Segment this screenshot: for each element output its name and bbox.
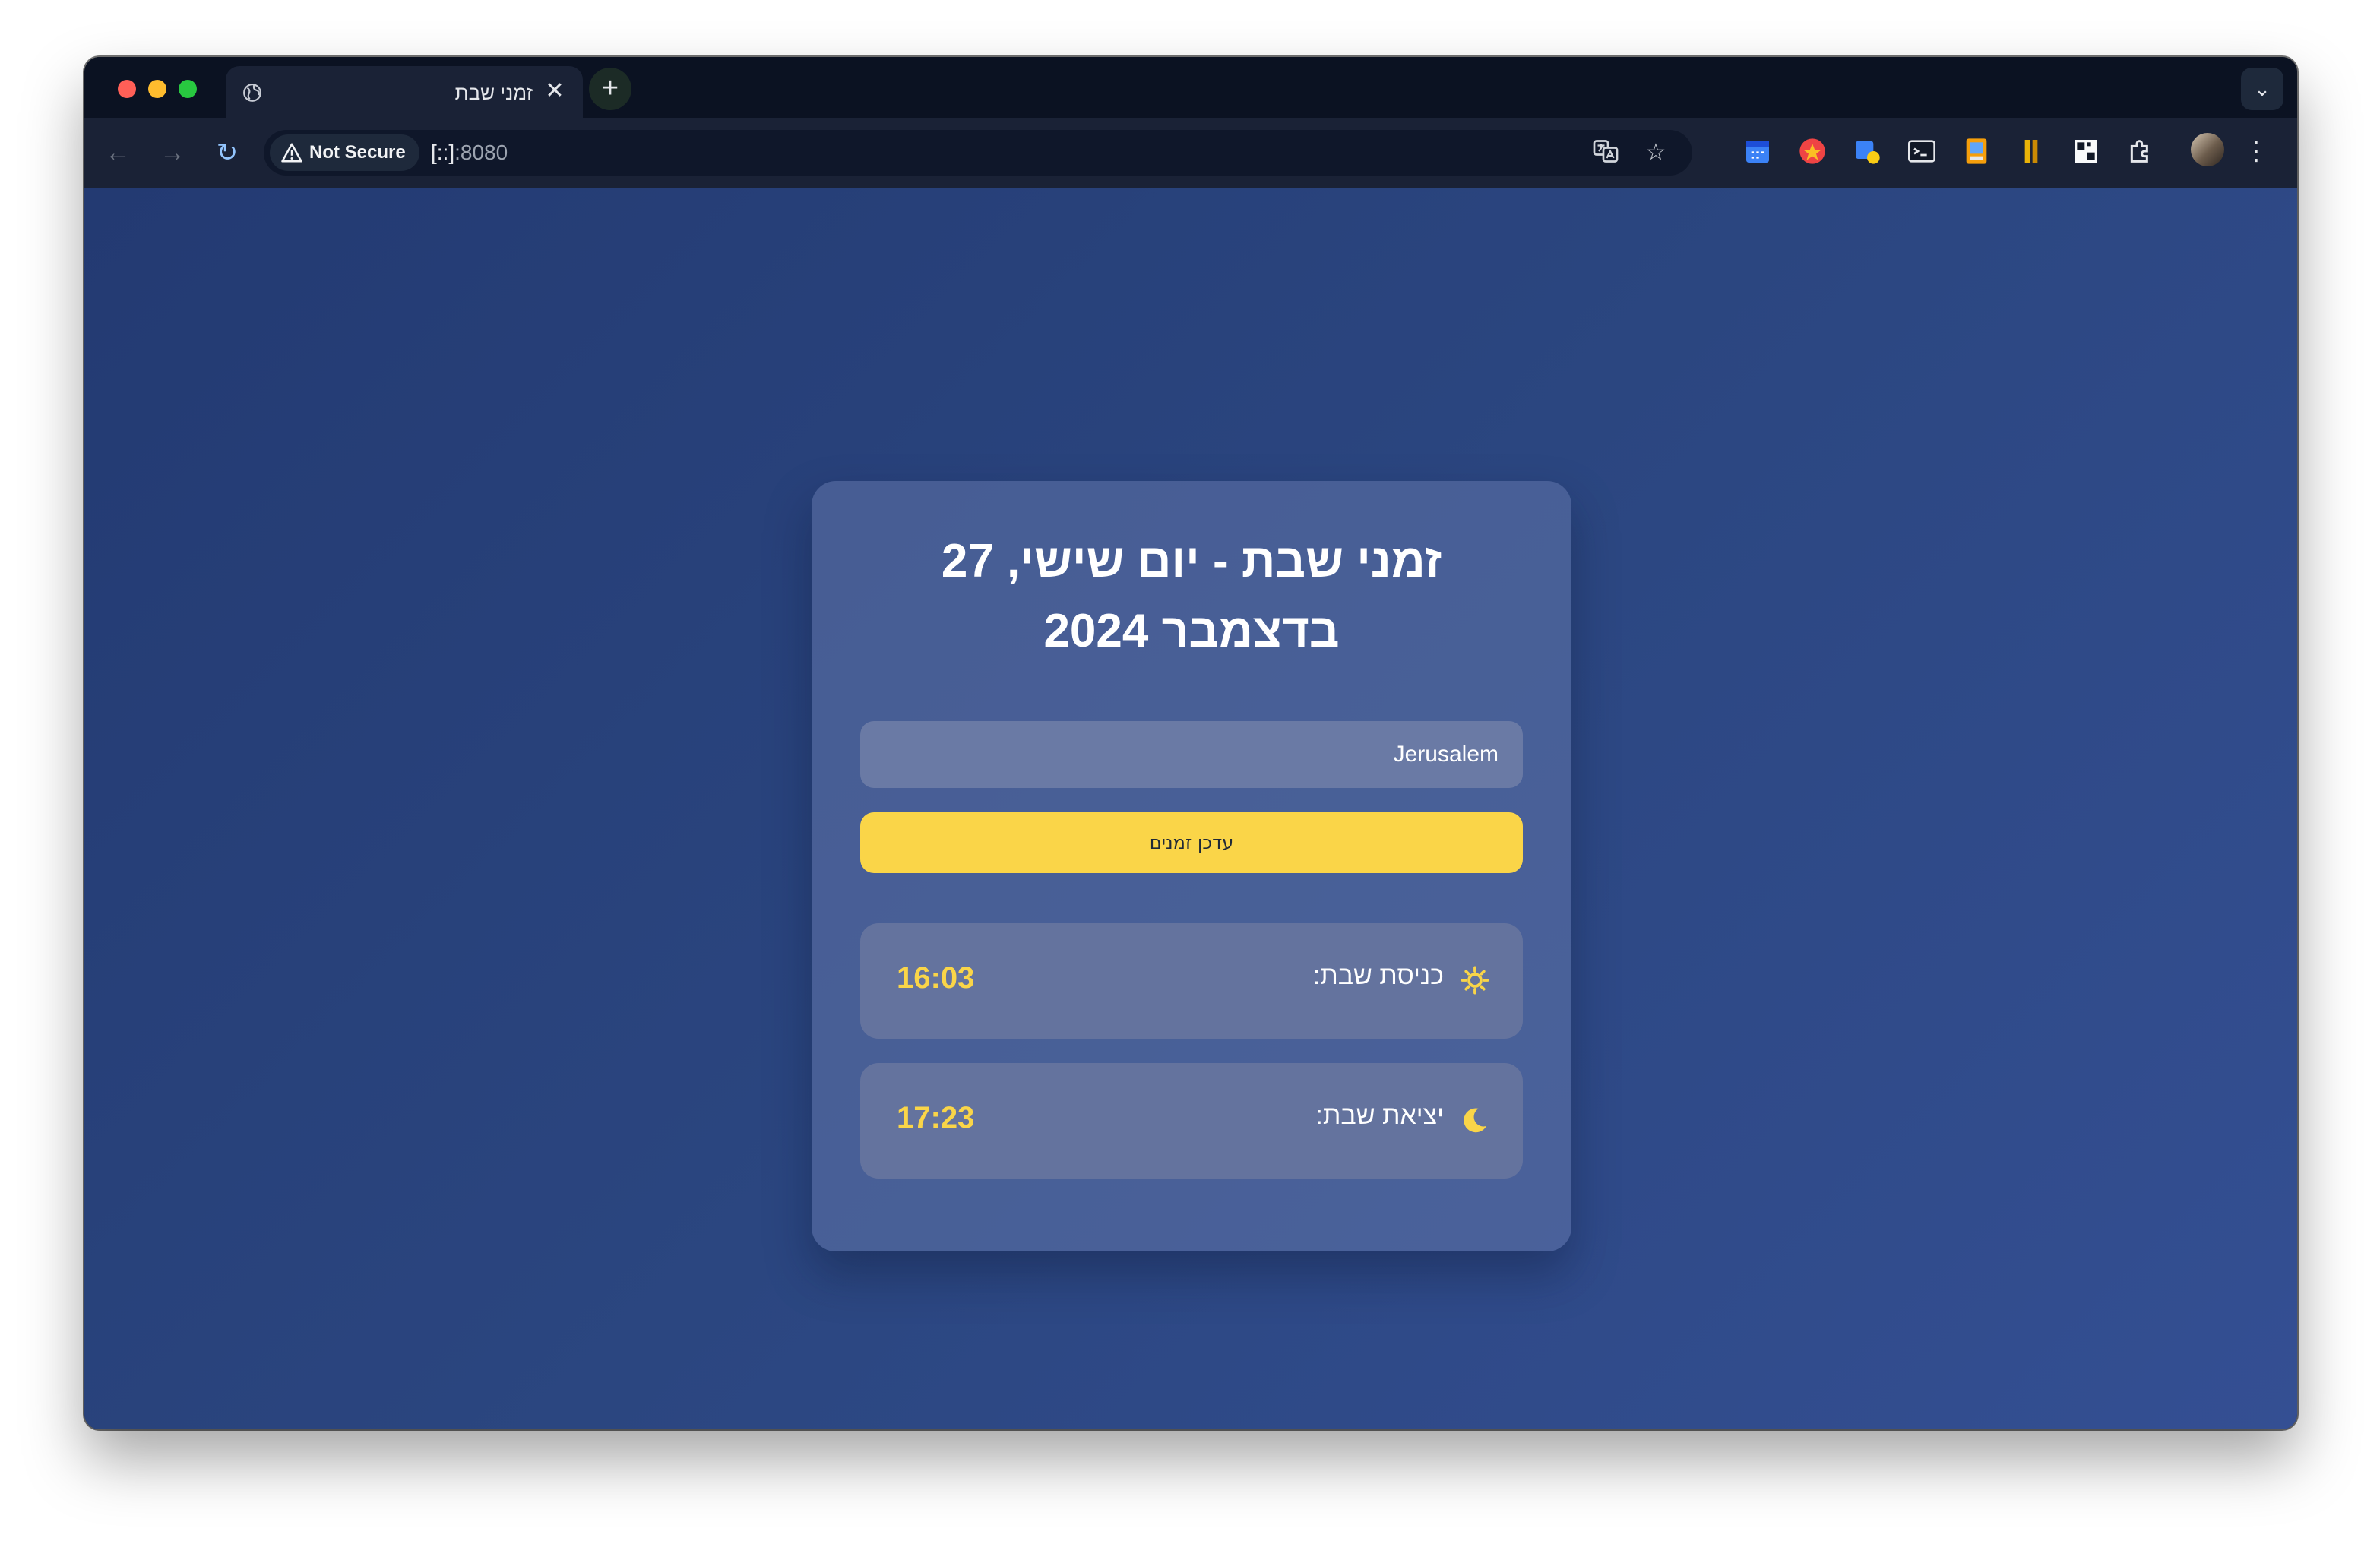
tab-title: זמני שבת <box>454 81 533 104</box>
maximize-window-button[interactable] <box>179 80 197 98</box>
page-title: זמני שבת - יום שישי, 27 בדצמבר 2024 <box>941 535 1442 657</box>
portrait-extension-icon[interactable] <box>1961 136 1992 166</box>
back-arrow-icon[interactable]: ← <box>100 134 136 171</box>
profile-avatar[interactable] <box>2191 133 2224 166</box>
calendar-extension-icon[interactable] <box>1742 136 1773 166</box>
bookmark-star-icon[interactable]: ☆ <box>1641 138 1671 168</box>
close-window-button[interactable] <box>118 80 136 98</box>
new-tab-button[interactable]: + <box>589 68 631 110</box>
candle-lighting-row: כניסת שבת: 16:03 <box>860 923 1523 1039</box>
terminal-extension-icon[interactable] <box>1907 136 1937 166</box>
candle-lighting-time: 16:03 <box>897 961 975 995</box>
tab-strip: זמני שבת ✕ + ⌄ <box>84 57 2297 118</box>
url-host: [::] <box>431 141 455 164</box>
tab-search-chevron-icon[interactable]: ⌄ <box>2241 68 2283 110</box>
browser-tab[interactable]: זמני שבת ✕ <box>226 66 583 118</box>
moon-icon <box>1464 1108 1487 1133</box>
translate-glyph <box>1593 140 1619 163</box>
reload-icon[interactable]: ↻ <box>209 134 245 171</box>
tab-close-icon[interactable]: ✕ <box>542 78 568 104</box>
url-port: :8080 <box>454 141 508 164</box>
security-label: Not Secure <box>309 142 406 163</box>
sun-icon <box>1461 966 1489 995</box>
havdalah-time: 17:23 <box>897 1101 975 1134</box>
havdalah-row: יציאת שבת: 17:23 <box>860 1063 1523 1179</box>
puzzle-extensions-icon[interactable] <box>2125 136 2156 166</box>
qr-extension-icon[interactable] <box>2071 136 2101 166</box>
globe-icon <box>243 84 261 102</box>
forward-arrow-icon[interactable]: → <box>154 134 191 171</box>
url-text: [::]:8080 <box>431 141 508 165</box>
candle-lighting-label: כניסת שבת: <box>1312 961 1444 990</box>
red-badge-extension-icon[interactable] <box>1797 136 1828 166</box>
address-bar[interactable]: Not Secure [::]:8080 ☆ <box>264 130 1692 176</box>
blue-extension-icon[interactable] <box>1852 136 1882 166</box>
update-times-button[interactable]: עדכן זמנים <box>860 812 1523 873</box>
ruler-extension-icon[interactable] <box>2016 136 2046 166</box>
page-background: זמני שבת - יום שישי, 27 בדצמבר 2024 עדכן… <box>84 188 2297 1429</box>
browser-toolbar: ← → ↻ Not Secure [::]:8080 ☆ ⋮ <box>84 118 2297 188</box>
shabbat-times-card: זמני שבת - יום שישי, 27 בדצמבר 2024 עדכן… <box>812 481 1571 1251</box>
minimize-window-button[interactable] <box>148 80 166 98</box>
havdalah-label: יציאת שבת: <box>1315 1101 1444 1130</box>
warning-triangle-icon <box>281 143 302 163</box>
translate-icon[interactable] <box>1590 138 1621 168</box>
security-indicator[interactable]: Not Secure <box>270 134 419 171</box>
browser-window: זמני שבת ✕ + ⌄ ← → ↻ Not Secure [::]:808… <box>84 57 2297 1429</box>
more-menu-icon[interactable]: ⋮ <box>2242 133 2270 169</box>
city-input[interactable] <box>860 721 1523 788</box>
